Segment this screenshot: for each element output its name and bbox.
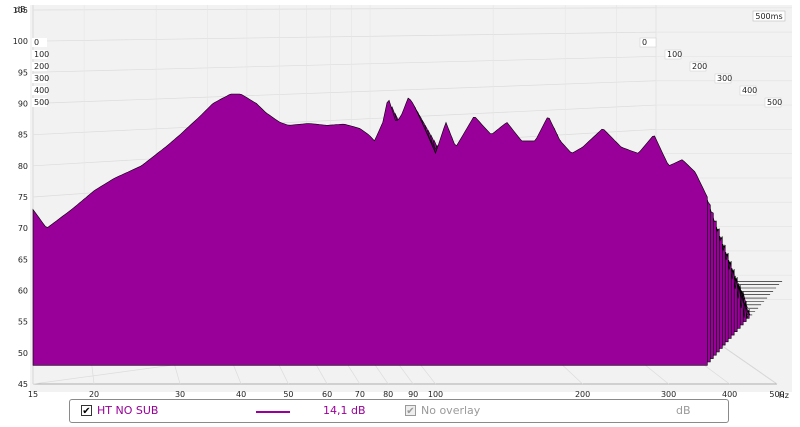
svg-text:100: 100 [667, 50, 682, 59]
x-tick-label: 20 [89, 390, 99, 399]
x-tick-label: 90 [408, 390, 418, 399]
svg-text:100: 100 [34, 50, 49, 59]
x-tick-label: 30 [175, 390, 185, 399]
x-tick-label: 200 [575, 390, 590, 399]
svg-text:500: 500 [34, 98, 49, 107]
x-tick-label: 60 [322, 390, 332, 399]
series-level: 14,1 dB [323, 404, 366, 417]
y-tick-label: 85 [18, 131, 28, 140]
time-tick-left: 300 [32, 74, 49, 83]
y-tick-label: 60 [18, 287, 28, 296]
y-tick-label: 90 [18, 100, 28, 109]
x-tick-label: 50 [283, 390, 293, 399]
svg-text:200: 200 [692, 62, 707, 71]
time-tick-left: 400 [32, 86, 49, 95]
time-tick-left: 200 [32, 62, 49, 71]
x-tick-label: 400 [722, 390, 737, 399]
y-tick-label: 50 [18, 349, 28, 358]
y-tick-label: 75 [18, 193, 28, 202]
time-tick-left: 500 [32, 98, 49, 107]
y-tick-label: 65 [18, 255, 28, 264]
y-tick-label: 100 [13, 37, 28, 46]
series-name: HT NO SUB [97, 404, 159, 417]
svg-text:300: 300 [34, 74, 49, 83]
y-tick-label: 45 [18, 380, 28, 389]
legend-bar: ✔ HT NO SUB 14,1 dB ✔ No overlay dB [69, 399, 729, 423]
x-tick-label: 80 [383, 390, 393, 399]
svg-text:300: 300 [717, 74, 732, 83]
time-tick-right: 400 [739, 85, 757, 96]
svg-text:500: 500 [767, 98, 782, 107]
x-tick-label: 70 [355, 390, 365, 399]
series-line-swatch [256, 411, 290, 413]
time-tick-left: 0 [32, 38, 47, 47]
svg-text:0: 0 [34, 38, 39, 47]
svg-text:400: 400 [34, 86, 49, 95]
time-tick-right: 0 [639, 37, 657, 48]
overlay-checkbox[interactable]: ✔ [405, 405, 416, 417]
time-tick-right: 500 [764, 97, 782, 108]
time-tick-right: 100 [664, 49, 682, 60]
time-axis-header: 500ms [752, 10, 786, 22]
y-tick-label: 70 [18, 224, 28, 233]
y-tick-label: 80 [18, 162, 28, 171]
time-axis-label: 500ms [755, 12, 782, 21]
y-tick-label: 95 [18, 68, 28, 77]
time-tick-left: 100 [32, 50, 49, 59]
svg-text:400: 400 [742, 86, 757, 95]
overlay-label: No overlay [421, 404, 481, 417]
overlay-unit: dB [676, 404, 691, 417]
svg-text:0: 0 [642, 38, 647, 47]
time-tick-right: 200 [689, 61, 707, 72]
x-tick-label: 15 [28, 390, 38, 399]
x-axis-unit: Hz [779, 391, 789, 400]
y-tick-label: 55 [18, 318, 28, 327]
time-tick-right: 300 [714, 73, 732, 84]
waterfall-chart: 4550556065707580859095100105 15 20 30 40 50 6… [13, 5, 792, 400]
y-axis-ticks: 4550556065707580859095100105 [13, 6, 28, 389]
svg-text:200: 200 [34, 62, 49, 71]
x-tick-label: 40 [236, 390, 246, 399]
x-tick-label: 300 [661, 390, 676, 399]
series-checkbox[interactable]: ✔ [81, 405, 92, 417]
y-axis-label: dB [15, 5, 26, 14]
x-tick-label: 100 [428, 390, 443, 399]
